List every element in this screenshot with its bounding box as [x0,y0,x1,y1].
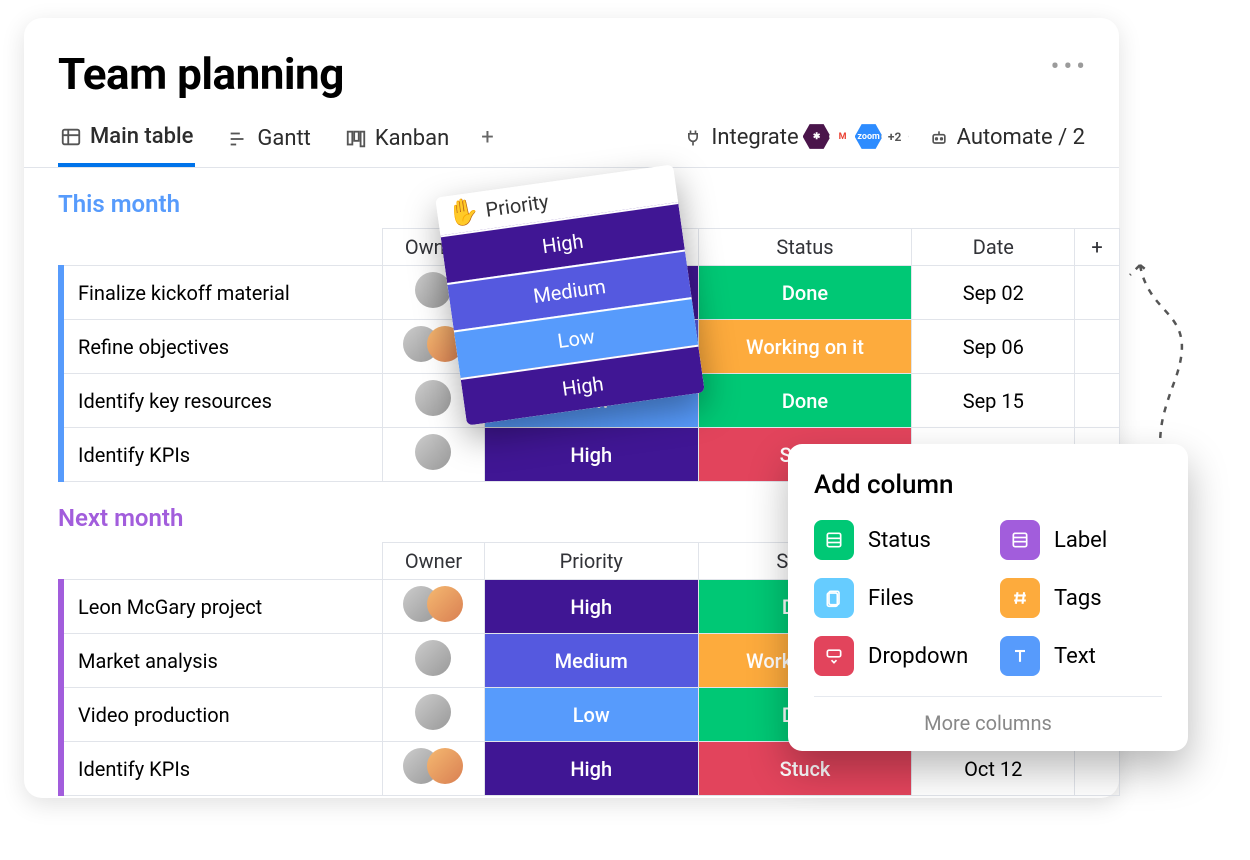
avatar [415,640,451,676]
avatar [427,586,463,622]
owner-cell[interactable] [383,688,485,742]
status-column-icon [814,520,854,560]
task-name[interactable]: Leon McGary project [61,580,383,634]
col-header-priority[interactable]: Priority [484,543,698,580]
dragged-priority-column[interactable]: ✋ Priority High Medium Low High [435,164,705,425]
plug-icon [683,128,703,148]
option-label: Files [868,586,914,611]
status-cell[interactable]: Done [698,374,912,428]
add-column-option-text[interactable]: Text [1000,636,1162,676]
owner-cell[interactable] [383,428,485,482]
add-column-button[interactable]: + [1075,229,1120,266]
drag-card-title: Priority [484,189,550,222]
automate-button[interactable]: Automate / 2 [929,125,1085,160]
files-column-icon [814,578,854,618]
add-view-button[interactable]: + [481,125,493,160]
priority-cell[interactable]: High [484,428,698,482]
col-header-owner[interactable]: Owner [383,543,485,580]
robot-icon [929,128,949,148]
tab-kanban[interactable]: Kanban [343,120,451,165]
tab-label: Kanban [375,126,449,151]
board-title: Team planning [24,48,1119,110]
option-label: Tags [1054,586,1102,611]
task-name[interactable]: Refine objectives [61,320,383,374]
gmail-icon: M [829,123,857,151]
dropdown-column-icon [814,636,854,676]
zoom-icon: zoom [855,123,883,151]
popover-title: Add column [814,470,1162,500]
option-label: Text [1054,644,1096,669]
task-name[interactable]: Identify KPIs [61,742,383,796]
avatar [415,380,451,416]
add-column-option-label[interactable]: Label [1000,520,1162,560]
option-label: Dropdown [868,644,968,669]
task-name[interactable]: Identify KPIs [61,428,383,482]
more-apps-badge: +2 [881,123,909,151]
integrate-button[interactable]: Integrate ✱ M zoom +2 [683,123,910,163]
automate-label: Automate / 2 [957,125,1085,150]
priority-cell[interactable]: Low [484,688,698,742]
col-header-status[interactable]: Status [698,229,912,266]
integrate-label: Integrate [711,125,798,150]
tab-main-table[interactable]: Main table [58,118,195,167]
text-column-icon [1000,636,1040,676]
add-column-popover: Add column Status Label Files Tags [788,444,1188,751]
tab-gantt[interactable]: Gantt [225,120,313,165]
integration-app-icons: ✱ M zoom +2 [807,123,911,153]
more-columns-button[interactable]: More columns [814,696,1162,735]
task-name[interactable]: Finalize kickoff material [61,266,383,320]
task-name[interactable]: Video production [61,688,383,742]
priority-cell[interactable]: High [484,580,698,634]
avatar [415,434,451,470]
grab-cursor-icon: ✋ [446,196,482,230]
avatar [415,694,451,730]
col-header-date[interactable]: Date [912,229,1075,266]
add-column-option-tags[interactable]: Tags [1000,578,1162,618]
owner-cell[interactable] [383,634,485,688]
date-cell[interactable]: Sep 02 [912,266,1075,320]
view-tabs: Main table Gantt Kanban + Integrate ✱ M … [24,110,1119,168]
date-cell[interactable]: Sep 06 [912,320,1075,374]
task-name[interactable]: Market analysis [61,634,383,688]
option-label: Label [1054,528,1107,553]
tags-column-icon [1000,578,1040,618]
owner-cell[interactable] [383,742,485,796]
slack-icon: ✱ [803,123,831,151]
date-cell[interactable]: Sep 15 [912,374,1075,428]
label-column-icon [1000,520,1040,560]
kanban-icon [345,128,367,150]
owner-cell[interactable] [383,580,485,634]
avatar [427,748,463,784]
priority-cell[interactable]: High [484,742,698,796]
tab-label: Gantt [257,126,311,151]
priority-cell[interactable]: Medium [484,634,698,688]
gantt-icon [227,128,249,150]
table-icon [60,126,82,148]
tab-label: Main table [90,124,193,149]
more-menu-icon[interactable]: ••• [1051,52,1089,82]
add-column-option-files[interactable]: Files [814,578,976,618]
status-cell[interactable]: Done [698,266,912,320]
status-cell[interactable]: Working on it [698,320,912,374]
doodle-arrow [1120,260,1210,460]
task-name[interactable]: Identify key resources [61,374,383,428]
add-column-option-status[interactable]: Status [814,520,976,560]
option-label: Status [868,528,931,553]
add-column-option-dropdown[interactable]: Dropdown [814,636,976,676]
